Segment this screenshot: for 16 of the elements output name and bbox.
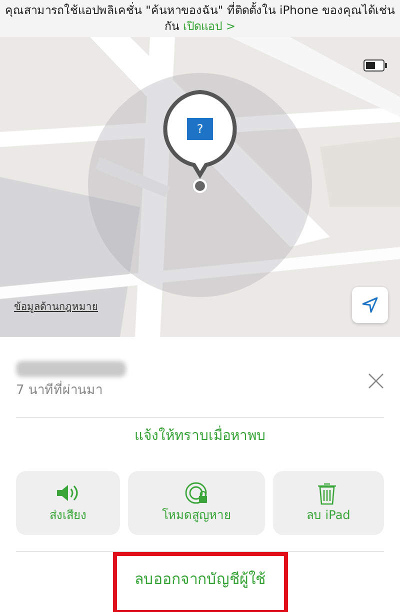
banner-text: คุณสามารถใช้แอปพลิเคชั่น "ค้นหาของฉัน" ที่ติดตั้งใน iPhone ของคุณได้เช่นกัน เปิดแอป >: [0, 0, 400, 37]
remove-link[interactable]: ลบออกจากบัญชีผู้ใช้: [112, 552, 288, 612]
radar-lock-icon: [184, 482, 210, 506]
action-button[interactable]: ส่งเสียง: [16, 470, 120, 534]
location-dot: [193, 179, 207, 193]
time-text: 7 นาทีที่ผ่านมา: [16, 381, 126, 400]
action-button[interactable]: ลบ iPad: [272, 470, 384, 534]
location-button[interactable]: [352, 287, 388, 323]
legal-link[interactable]: ข้อมูลด้านกฎหมาย: [14, 300, 98, 315]
action-button[interactable]: โหมดสูญหาย: [128, 470, 265, 534]
close-icon: [368, 373, 384, 390]
open-app-link[interactable]: เปิดแอป >: [183, 19, 236, 33]
notify-link[interactable]: แจ้งให้ทราบเมื่อหาพบ: [134, 428, 266, 444]
navigation-arrow-icon: [361, 296, 379, 314]
battery-icon: [364, 60, 387, 72]
pin-label: ?: [187, 118, 213, 140]
